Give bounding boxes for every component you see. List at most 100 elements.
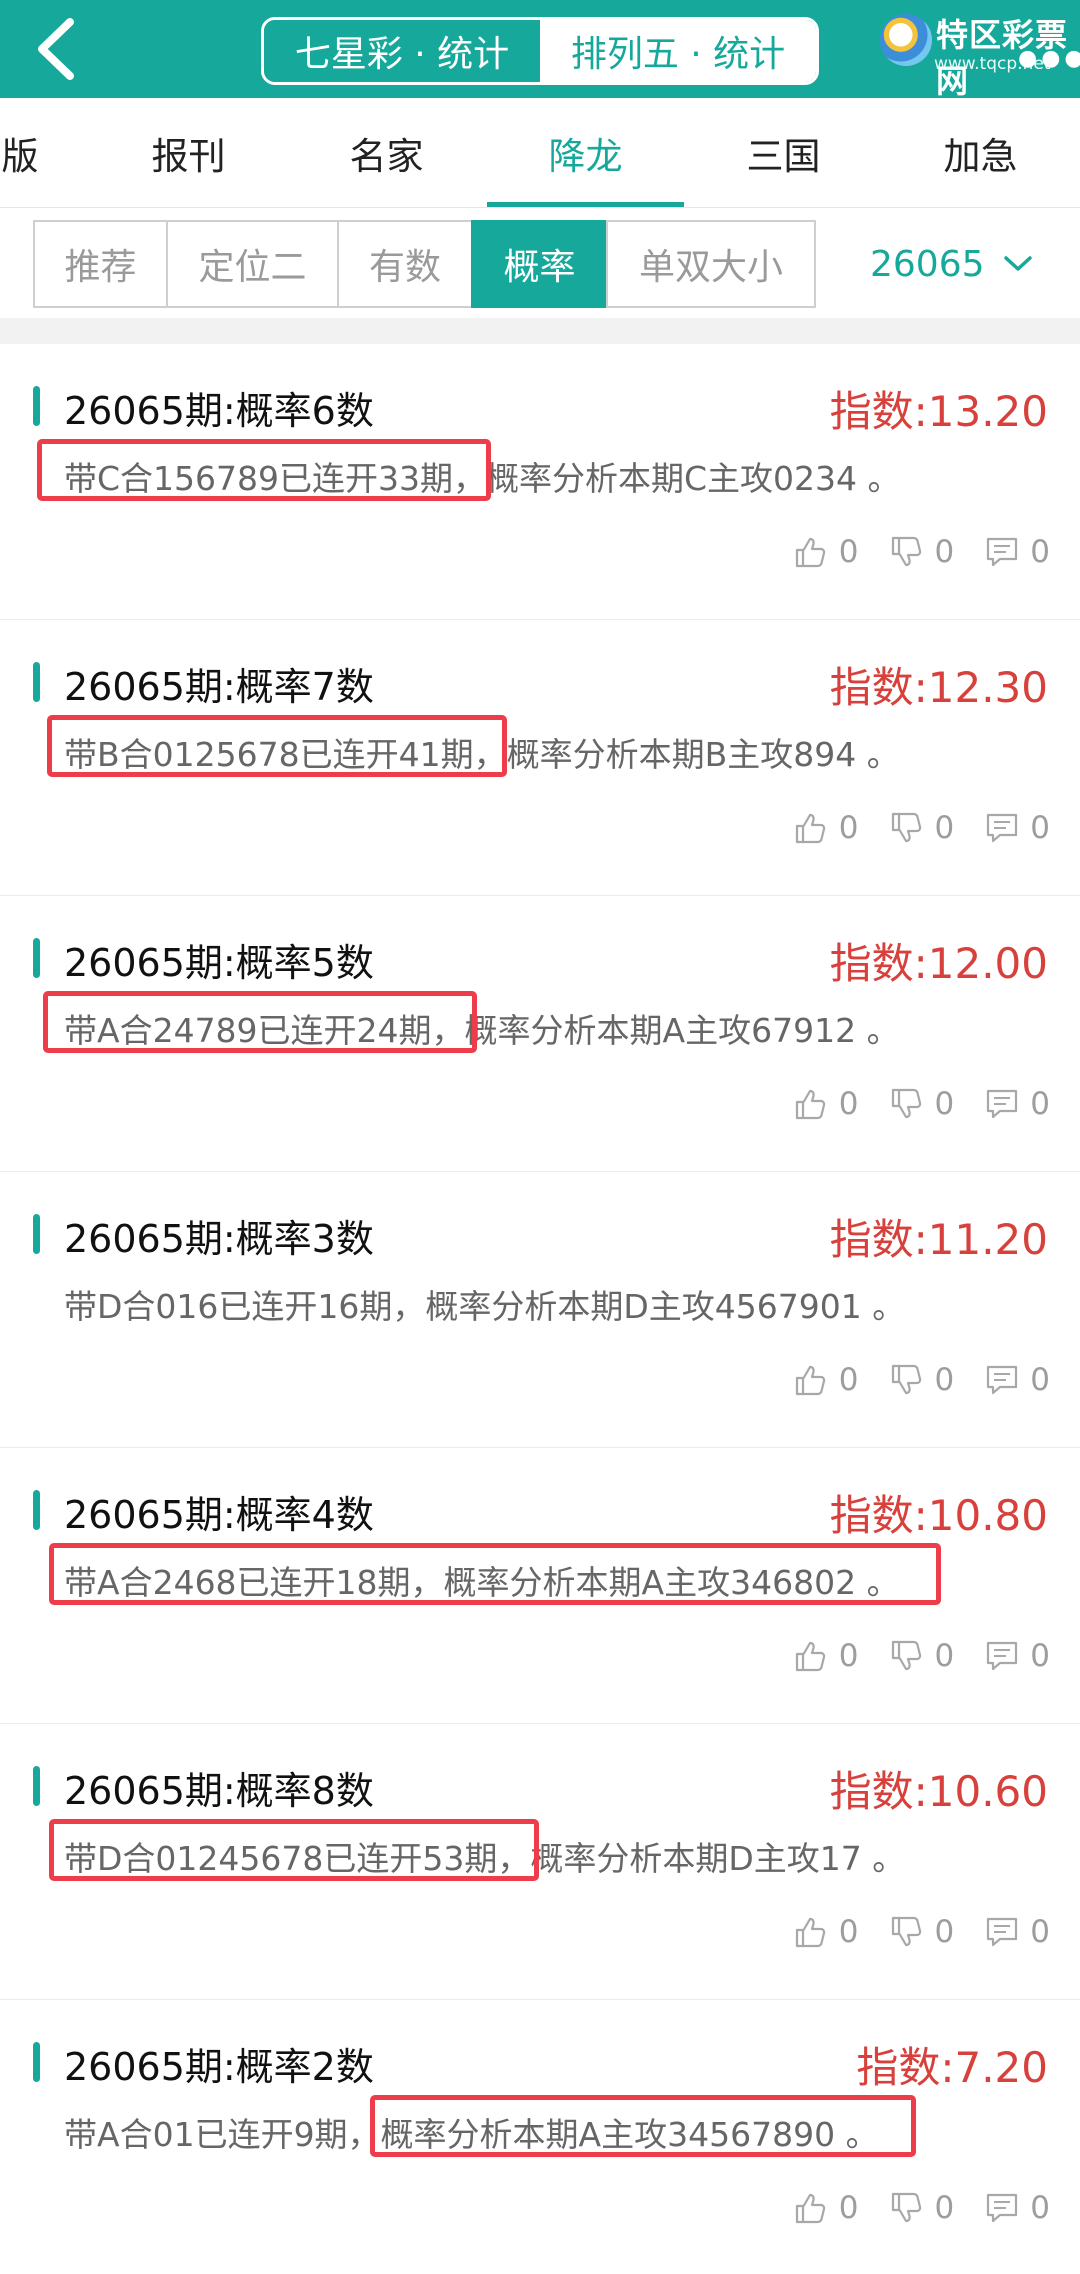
red-highlight-box [37, 439, 491, 501]
comment-count: 0 [1030, 810, 1050, 846]
like-button[interactable]: 0 [793, 1362, 859, 1398]
dislike-button[interactable]: 0 [889, 534, 955, 570]
list-item-0[interactable]: 26065期:概率6数 指数:13.20 带C合156789已连开33期，概率分… [0, 344, 1080, 620]
like-count: 0 [838, 1638, 859, 1674]
like-button[interactable]: 0 [793, 1638, 859, 1674]
item-actions: 0 0 0 [763, 1362, 1050, 1398]
item-actions: 0 0 0 [763, 1638, 1050, 1674]
comment-icon [987, 2193, 1018, 2223]
item-actions: 0 0 0 [763, 2190, 1050, 2226]
comment-button[interactable]: 0 [984, 1914, 1050, 1950]
title-accent-bar [33, 386, 40, 426]
comment-count: 0 [1030, 1914, 1050, 1950]
red-highlight-box [49, 1543, 941, 1605]
thumbs-down-icon [891, 2192, 921, 2223]
dislike-button[interactable]: 0 [889, 1086, 955, 1122]
title-accent-bar [33, 1490, 40, 1530]
item-index: 指数:10.80 [829, 1491, 1048, 1540]
issue-number: 26065 [870, 243, 985, 285]
filter-0[interactable]: 推荐 [33, 220, 168, 308]
like-button[interactable]: 0 [793, 810, 859, 846]
seg-pailiewu[interactable]: 排列五 · 统计 [540, 20, 816, 82]
thumbs-up-icon [795, 813, 825, 844]
dislike-button[interactable]: 0 [889, 1362, 954, 1398]
item-actions: 0 0 0 [763, 1086, 1050, 1122]
filter-4[interactable]: 单双大小 [606, 220, 816, 308]
more-dots-icon[interactable]: ●●● [1018, 46, 1080, 71]
like-button[interactable]: 0 [793, 534, 859, 570]
dislike-button[interactable]: 0 [889, 810, 955, 846]
comment-button[interactable]: 0 [984, 534, 1050, 570]
filter-1[interactable]: 定位二 [166, 220, 339, 308]
category-tabs: 版 报刊 名家 降龙 三国 加急 [0, 98, 1080, 208]
lottery-switch: 七星彩 · 统计 排列五 · 统计 [261, 17, 819, 85]
dislike-count: 0 [934, 1086, 955, 1122]
thumbs-down-icon [891, 1088, 921, 1119]
thumbs-up-icon [795, 1641, 825, 1672]
item-title: 26065期:概率6数 [64, 389, 374, 433]
red-highlight-box [49, 1819, 539, 1881]
thumbs-down-icon [891, 812, 921, 843]
item-actions: 0 0 0 [763, 810, 1050, 846]
tab-category-5[interactable]: 加急 [882, 98, 1079, 208]
like-button[interactable]: 0 [793, 1086, 859, 1122]
top-bar: 七星彩 · 统计 排列五 · 统计 特区彩票网 www.tqcp.net ●●● [0, 0, 1080, 100]
tab-category-3[interactable]: 降龙 [487, 98, 684, 208]
item-description: 带D合016已连开16期，概率分析本期D主攻4567901 。 [64, 1287, 906, 1326]
comment-icon [987, 1917, 1018, 1947]
item-index: 指数:11.20 [829, 1215, 1048, 1264]
like-button[interactable]: 0 [793, 2190, 859, 2226]
section-divider [0, 318, 1080, 344]
logo-emblem-icon [880, 14, 932, 66]
list-item-4[interactable]: 26065期:概率4数 指数:10.80 带A合2468已连开18期，概率分析本… [0, 1448, 1080, 1724]
like-button[interactable]: 0 [793, 1914, 859, 1950]
site-logo: 特区彩票网 www.tqcp.net ●●● [876, 6, 1080, 100]
seg-qixingcai[interactable]: 七星彩 · 统计 [264, 20, 540, 82]
comment-button[interactable]: 0 [984, 1362, 1050, 1398]
item-index: 指数:7.20 [856, 2043, 1048, 2092]
comment-button[interactable]: 0 [984, 810, 1050, 846]
dislike-count: 0 [934, 810, 955, 846]
title-accent-bar [33, 2042, 40, 2082]
title-accent-bar [33, 938, 40, 978]
back-button[interactable] [28, 14, 88, 84]
comment-button[interactable]: 0 [984, 2190, 1050, 2226]
like-count: 0 [838, 534, 859, 570]
comment-button[interactable]: 0 [984, 1638, 1050, 1674]
comment-icon [987, 1365, 1018, 1395]
list-item-6[interactable]: 26065期:概率2数 指数:7.20 带A合01已连开9期，概率分析本期A主攻… [0, 2000, 1080, 2274]
thumbs-up-icon [795, 1365, 825, 1396]
tab-category-2[interactable]: 名家 [288, 98, 485, 208]
item-title: 26065期:概率3数 [64, 1217, 374, 1261]
list-item-1[interactable]: 26065期:概率7数 指数:12.30 带B合0125678已连开41期，概率… [0, 620, 1080, 896]
dislike-button[interactable]: 0 [889, 2190, 955, 2226]
tab-category-1[interactable]: 报刊 [90, 98, 287, 208]
list-item-5[interactable]: 26065期:概率8数 指数:10.60 带D合01245678已连开53期，概… [0, 1724, 1080, 2000]
comment-icon [987, 537, 1018, 567]
thumbs-up-icon [795, 2193, 825, 2224]
comment-button[interactable]: 0 [984, 1086, 1050, 1122]
dislike-button[interactable]: 0 [889, 1914, 954, 1950]
title-accent-bar [33, 662, 40, 702]
item-index: 指数:13.20 [829, 387, 1048, 436]
thumbs-down-icon [891, 1364, 921, 1395]
issue-dropdown[interactable]: 26065 [870, 220, 1050, 308]
item-title: 26065期:概率7数 [64, 665, 374, 709]
tab-category-4[interactable]: 三国 [685, 98, 882, 208]
thumbs-down-icon [891, 536, 921, 567]
filter-3[interactable]: 概率 [471, 220, 608, 308]
title-accent-bar [33, 1214, 40, 1254]
dislike-count: 0 [934, 534, 955, 570]
thumbs-up-icon [795, 537, 825, 568]
item-title: 26065期:概率5数 [64, 941, 374, 985]
dislike-count: 0 [934, 2190, 955, 2226]
item-index: 指数:12.00 [829, 939, 1048, 988]
list-item-3[interactable]: 26065期:概率3数 指数:11.20 带D合016已连开16期，概率分析本期… [0, 1172, 1080, 1448]
dislike-button[interactable]: 0 [889, 1638, 954, 1674]
tab-category-0[interactable]: 版 [0, 98, 80, 208]
item-actions: 0 0 0 [763, 534, 1050, 570]
comment-count: 0 [1030, 1086, 1050, 1122]
list-item-2[interactable]: 26065期:概率5数 指数:12.00 带A合24789已连开24期，概率分析… [0, 896, 1080, 1172]
thumbs-up-icon [795, 1089, 825, 1120]
filter-2[interactable]: 有数 [337, 220, 473, 308]
